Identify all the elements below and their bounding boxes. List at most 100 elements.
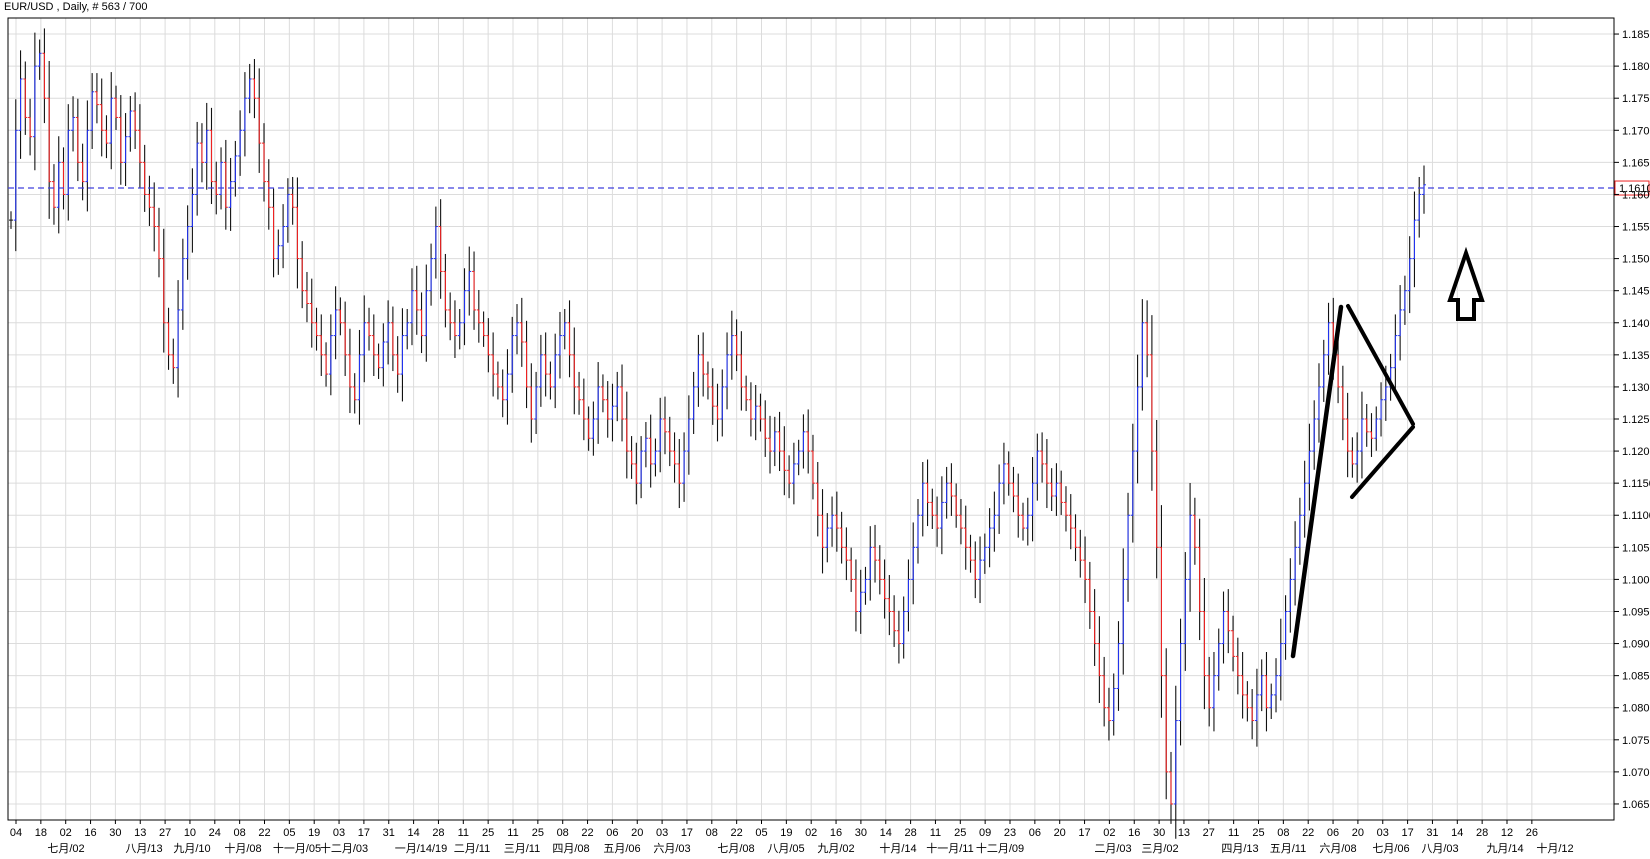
x-day-label: 06 xyxy=(606,827,618,839)
ohlc-bar xyxy=(853,559,858,632)
x-month-label: 八月/05 xyxy=(767,843,804,855)
ohlc-bar xyxy=(314,307,319,351)
ohlc-bar xyxy=(1092,589,1097,666)
ohlc-bar xyxy=(696,334,701,407)
ohlc-bar xyxy=(1374,406,1379,451)
ohlc-bar xyxy=(868,526,873,601)
y-tick-label: 1.1100 xyxy=(1622,510,1650,522)
x-day-label: 12 xyxy=(1501,827,1513,839)
ohlc-bar xyxy=(137,104,142,189)
ohlc-bar xyxy=(782,426,787,496)
ohlc-bar xyxy=(748,382,753,437)
ohlc-bar xyxy=(448,292,453,341)
y-tick-label: 1.1750 xyxy=(1622,93,1650,105)
x-day-label: 03 xyxy=(656,827,668,839)
x-day-label: 08 xyxy=(234,827,246,839)
ohlc-bar xyxy=(495,361,500,400)
ohlc-bar xyxy=(252,59,257,119)
x-day-label: 10 xyxy=(184,827,196,839)
ohlc-bar xyxy=(180,238,185,330)
ohlc-bar xyxy=(825,513,830,563)
ohlc-bar xyxy=(429,243,434,306)
ohlc-bar xyxy=(1111,673,1116,736)
x-day-label: 08 xyxy=(1277,827,1289,839)
ohlc-bar xyxy=(28,98,33,156)
ohlc-bar xyxy=(371,314,376,377)
ohlc-bar xyxy=(763,400,768,457)
y-tick-label: 1.0700 xyxy=(1622,767,1650,779)
ohlc-bar xyxy=(1369,413,1374,457)
ohlc-bar xyxy=(997,464,1002,534)
ohlc-bar xyxy=(1259,659,1264,712)
x-day-label: 02 xyxy=(1103,827,1115,839)
ohlc-bar xyxy=(1168,751,1173,824)
x-day-label: 11 xyxy=(1228,827,1239,839)
ohlc-bar xyxy=(343,301,348,377)
ohlc-bar xyxy=(324,342,329,387)
ohlc-bar xyxy=(691,371,696,434)
x-day-label: 23 xyxy=(1004,827,1016,839)
x-day-label: 25 xyxy=(482,827,494,839)
x-month-label: 十月/08 xyxy=(224,841,261,855)
ohlc-bar xyxy=(452,300,457,358)
ohlc-bar xyxy=(362,295,367,383)
x-day-label: 19 xyxy=(308,827,320,839)
ohlc-bar xyxy=(643,422,648,468)
ohlc-bar xyxy=(1364,404,1369,447)
ohlc-bar xyxy=(147,175,152,226)
ohlc-bar xyxy=(1116,621,1121,711)
ohlc-bar xyxy=(257,68,262,173)
x-month-label: 十二月/09 xyxy=(976,841,1024,855)
x-month-label: 五月/11 xyxy=(1270,843,1306,855)
ohlc-bar xyxy=(185,205,190,280)
ohlc-bar xyxy=(729,310,734,380)
x-month-label: 九月/02 xyxy=(817,842,854,855)
price-axis: 1.1850 1.1800 1.1750 1.1700 1.1650 1.1600 1.15… xyxy=(1614,29,1650,811)
ohlc-bar xyxy=(199,123,204,183)
ohlc-bar xyxy=(715,383,720,442)
ohlc-bar xyxy=(557,311,562,379)
ohlc-bar xyxy=(944,466,949,519)
y-tick-label: 1.0650 xyxy=(1622,799,1650,811)
ohlc-bar xyxy=(600,374,605,413)
ohlc-bar xyxy=(32,32,37,171)
x-month-label: 二月/03 xyxy=(1094,843,1131,855)
ohlc-bar xyxy=(61,147,66,210)
ohlc-bar xyxy=(1049,468,1054,511)
y-tick-label: 1.0750 xyxy=(1622,735,1650,747)
x-month-label: 二月/11 xyxy=(454,843,490,855)
chart-grid xyxy=(8,18,1614,820)
ohlc-bar xyxy=(734,319,739,372)
ohlc-bar xyxy=(1302,460,1307,538)
chart-drawings xyxy=(1290,246,1485,659)
ohlc-bar xyxy=(901,596,906,659)
ohlc-bar xyxy=(319,314,324,377)
ohlc-bar xyxy=(1216,628,1221,691)
x-day-label: 30 xyxy=(855,827,867,839)
y-tick-label: 1.0900 xyxy=(1622,639,1650,651)
x-month-label: 八月/13 xyxy=(125,843,162,855)
ohlc-bar xyxy=(949,463,954,516)
ohlc-bar xyxy=(529,363,534,443)
x-month-label: 四月/08 xyxy=(552,843,589,855)
ohlc-bar xyxy=(877,545,882,595)
x-day-label: 03 xyxy=(333,827,345,839)
ohlc-bar xyxy=(567,300,572,378)
x-day-label: 25 xyxy=(954,827,966,839)
up-arrow-icon xyxy=(1447,246,1485,321)
ohlc-bar xyxy=(276,229,281,275)
x-day-label: 31 xyxy=(383,827,395,839)
ohlc-bar xyxy=(662,396,667,455)
ohlc-bar xyxy=(128,96,133,152)
x-day-label: 22 xyxy=(731,827,743,839)
x-day-label: 24 xyxy=(209,827,221,839)
ohlc-bar xyxy=(1040,432,1045,483)
ohlc-bar xyxy=(672,432,677,483)
x-day-label: 27 xyxy=(1203,827,1215,839)
ohlc-bar xyxy=(1054,463,1059,516)
ohlc-bar xyxy=(1274,658,1279,713)
x-day-label: 06 xyxy=(1029,827,1041,839)
ohlc-bar xyxy=(801,414,806,469)
price-chart[interactable]: 1.1610 1.18501.18001.17501.17001.16501.1… xyxy=(0,0,1650,859)
ohlc-bar xyxy=(476,289,481,343)
